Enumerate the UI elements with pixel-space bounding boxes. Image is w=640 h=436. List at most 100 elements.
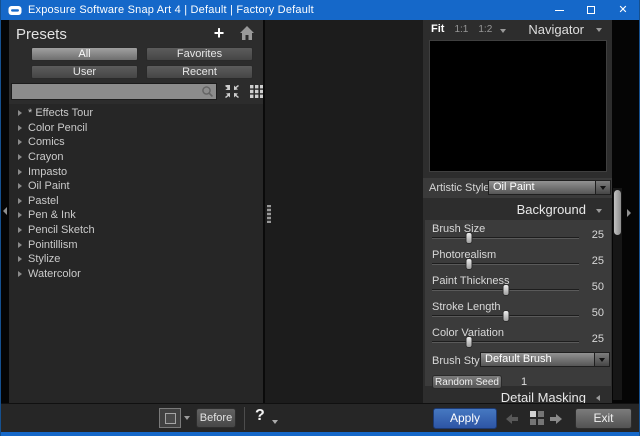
chevron-right-icon xyxy=(18,198,22,204)
search-input[interactable] xyxy=(11,83,217,100)
thumbnail-grid-button[interactable] xyxy=(250,85,264,98)
filter-button-recent[interactable]: Recent xyxy=(146,65,253,79)
arrow-left-icon xyxy=(506,415,513,421)
batch-grid-icon xyxy=(530,411,536,417)
slider-row: Color Variation25 xyxy=(425,324,611,350)
slider-track[interactable] xyxy=(432,341,579,343)
preview-mode-button[interactable] xyxy=(159,408,181,428)
minimize-button[interactable] xyxy=(543,0,575,20)
collapse-all-button[interactable] xyxy=(225,85,239,98)
home-button[interactable] xyxy=(239,25,255,41)
slider-track[interactable] xyxy=(432,237,579,239)
preset-category[interactable]: Oil Paint xyxy=(9,179,263,194)
arrow-right-icon xyxy=(555,415,562,421)
preset-category[interactable]: Pen & Ink xyxy=(9,208,263,223)
slider-row: Stroke Length50 xyxy=(425,298,611,324)
preset-category-label: Pointillism xyxy=(28,239,78,251)
minimize-icon xyxy=(555,10,564,11)
preset-category-label: * Effects Tour xyxy=(28,107,93,119)
zoom-dropdown-icon[interactable] xyxy=(500,29,506,33)
brush-style-dropdown-button[interactable] xyxy=(594,352,610,367)
brush-style-row: Brush Style Default Brush xyxy=(425,352,611,372)
preset-category-label: Pastel xyxy=(28,195,59,207)
help-button[interactable]: ? xyxy=(255,407,265,425)
add-preset-button[interactable]: + xyxy=(209,23,229,43)
artistic-style-row: Artistic Style: Oil Paint xyxy=(423,178,612,198)
chevron-right-icon xyxy=(18,154,22,160)
next-image-button[interactable] xyxy=(555,414,569,422)
collapse-left-panel-arrow[interactable] xyxy=(3,207,7,215)
brush-style-select[interactable]: Default Brush xyxy=(480,352,594,367)
preset-category[interactable]: Watercolor xyxy=(9,267,263,282)
chevron-down-icon xyxy=(600,186,606,190)
filter-button-user[interactable]: User xyxy=(31,65,138,79)
artistic-style-select[interactable]: Oil Paint xyxy=(488,180,595,195)
slider-track[interactable] xyxy=(432,263,579,265)
presets-panel: Presets + All Favorites User Recent xyxy=(9,20,263,403)
preset-category[interactable]: * Effects Tour xyxy=(9,106,263,121)
preset-category[interactable]: Comics xyxy=(9,135,263,150)
slider-track[interactable] xyxy=(432,315,579,317)
window-bottom-border xyxy=(1,432,640,436)
filter-button-favorites[interactable]: Favorites xyxy=(146,47,253,61)
filter-button-all[interactable]: All xyxy=(31,47,138,61)
slider-value: 50 xyxy=(592,307,604,319)
preset-category[interactable]: Crayon xyxy=(9,150,263,165)
close-button[interactable]: ✕ xyxy=(607,0,639,20)
slider-label: Paint Thickness xyxy=(432,275,509,287)
slider-thumb[interactable] xyxy=(465,336,472,348)
help-dropdown-icon[interactable] xyxy=(272,420,278,424)
slider-label: Brush Size xyxy=(432,223,485,235)
slider-label: Photorealism xyxy=(432,249,496,261)
preset-category-label: Impasto xyxy=(28,166,67,178)
chevron-right-icon xyxy=(18,242,22,248)
preset-category-label: Pen & Ink xyxy=(28,209,76,221)
detail-masking-collapsed-icon[interactable] xyxy=(596,395,600,401)
slider-thumb[interactable] xyxy=(502,284,509,296)
exit-button[interactable]: Exit xyxy=(575,408,632,429)
preset-category-label: Color Pencil xyxy=(28,122,87,134)
title-bar: Exposure Software Snap Art 4 | Default |… xyxy=(1,0,639,20)
settings-scrollbar-track[interactable] xyxy=(613,188,622,400)
navigator-collapse-icon[interactable] xyxy=(596,28,602,32)
expand-right-panel-arrow[interactable] xyxy=(627,209,631,217)
chevron-down-icon xyxy=(599,358,605,362)
preset-category[interactable]: Stylize xyxy=(9,252,263,267)
preset-category-list: * Effects Tour Color PencilComicsCrayonIm… xyxy=(9,104,263,403)
slider-row: Paint Thickness 50 xyxy=(425,272,611,298)
slider-thumb[interactable] xyxy=(465,232,472,244)
slider-value: 25 xyxy=(592,229,604,241)
navigator-preview[interactable] xyxy=(429,40,607,172)
background-collapse-icon[interactable] xyxy=(596,209,602,213)
panel-resize-grip[interactable] xyxy=(267,205,271,223)
before-button[interactable]: Before xyxy=(196,408,236,428)
preset-category[interactable]: Impasto xyxy=(9,164,263,179)
background-section-header[interactable]: Background xyxy=(423,198,612,220)
settings-scrollbar-thumb[interactable] xyxy=(614,190,621,235)
background-controls: Brush Size25Photorealism25Paint Thicknes… xyxy=(425,220,611,386)
artistic-style-label: Artistic Style: xyxy=(429,182,493,194)
preview-mode-dropdown-icon[interactable] xyxy=(184,416,190,420)
artistic-style-dropdown-button[interactable] xyxy=(595,180,611,195)
preset-filter-group: All Favorites User Recent xyxy=(31,47,253,79)
image-canvas[interactable] xyxy=(263,20,423,403)
slider-thumb[interactable] xyxy=(465,258,472,270)
preset-category[interactable]: Pencil Sketch xyxy=(9,223,263,238)
search-row xyxy=(11,83,261,101)
presets-title: Presets xyxy=(16,26,67,43)
zoom-fit-button[interactable]: Fit xyxy=(431,23,444,35)
zoom-1-2-button[interactable]: 1:2 xyxy=(478,24,492,35)
single-view-icon xyxy=(165,413,176,424)
slider-thumb[interactable] xyxy=(502,310,509,322)
slider-value: 50 xyxy=(592,281,604,293)
maximize-button[interactable] xyxy=(575,0,607,20)
navigator-title: Navigator xyxy=(528,22,584,37)
zoom-1-1-button[interactable]: 1:1 xyxy=(454,24,468,35)
preset-category[interactable]: Color Pencil xyxy=(9,121,263,136)
preset-category[interactable]: Pastel xyxy=(9,194,263,209)
previous-image-button[interactable] xyxy=(506,414,520,422)
apply-button[interactable]: Apply xyxy=(433,408,497,429)
preset-category[interactable]: Pointillism xyxy=(9,237,263,252)
batch-view-button[interactable] xyxy=(530,411,545,426)
slider-track[interactable] xyxy=(432,289,579,291)
